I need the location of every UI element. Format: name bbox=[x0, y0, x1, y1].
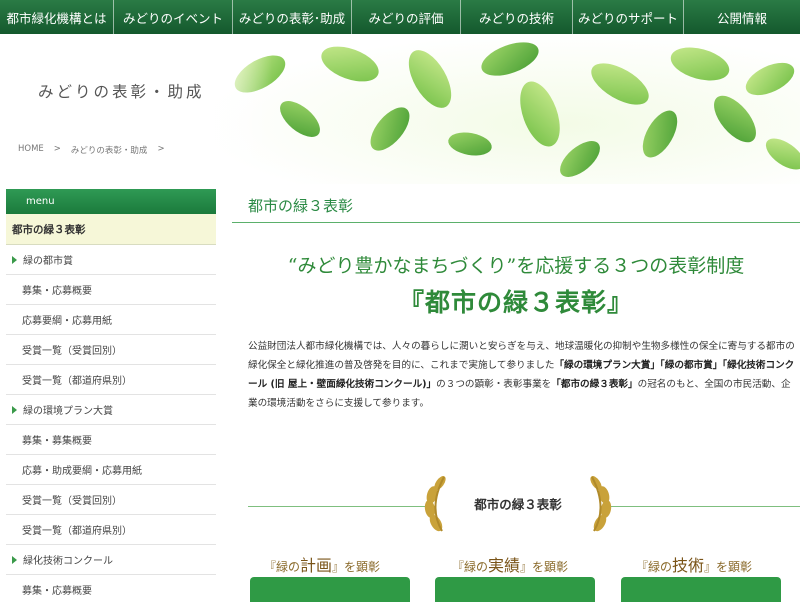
nav-item-awards[interactable]: みどりの表彰･助成 bbox=[233, 0, 352, 34]
sidebar-item[interactable]: 受賞一覧（受賞回別） bbox=[6, 485, 216, 515]
sidebar-item[interactable]: 募集・応募概要 bbox=[6, 275, 216, 305]
headline: “みどり豊かなまちづくり”を応援する３つの表彰制度 bbox=[287, 255, 745, 277]
hero-fade bbox=[0, 34, 800, 184]
menu-header: menu bbox=[6, 189, 216, 214]
award-emblem: 都市の緑３表彰 bbox=[422, 473, 614, 537]
category-achievement: 『緑の実績』を顕彰 bbox=[452, 552, 568, 576]
subhead: 『都市の緑３表彰』 bbox=[398, 288, 633, 317]
award-divider-right bbox=[606, 506, 800, 507]
category-text: 』を顕彰 bbox=[332, 560, 381, 574]
category-text: 』を顕彰 bbox=[704, 560, 753, 574]
main-content: 都市の緑３表彰 “みどり豊かなまちづくり”を応援する３つの表彰制度 『都市の緑３… bbox=[232, 189, 800, 602]
sidebar-item-label: 緑の環境プラン大賞 bbox=[23, 406, 113, 417]
award-title: 都市の緑３表彰 bbox=[474, 497, 562, 512]
category-plan: 『緑の計画』を顕彰 bbox=[264, 552, 380, 576]
sidebar-item[interactable]: 受賞一覧（都道府県別） bbox=[6, 515, 216, 545]
intro-paragraph: 公益財団法人都市緑化機構では、人々の暮らしに潤いと安らぎを与え、地球温暖化の抑制… bbox=[248, 337, 796, 413]
page-title: みどりの表彰・助成 bbox=[38, 83, 205, 101]
breadcrumb-separator: > bbox=[53, 144, 61, 154]
nav-item-about[interactable]: 都市緑化機構とは bbox=[0, 0, 114, 34]
intro-text: の３つの顕彰・表彰事業を bbox=[436, 379, 552, 390]
breadcrumb-current[interactable]: みどりの表彰・助成 bbox=[71, 144, 148, 156]
sidebar-item-label: 募集・応募概要 bbox=[22, 286, 92, 297]
breadcrumb-separator: > bbox=[157, 144, 165, 154]
sidebar-item-label: 応募要綱・応募用紙 bbox=[22, 316, 112, 327]
sidebar-menu: menu 都市の緑３表彰 緑の都市賞 募集・応募概要 応募要綱・応募用紙 受賞一覧（受… bbox=[6, 189, 216, 602]
sidebar-item[interactable]: 募集・募集概要 bbox=[6, 425, 216, 455]
top-nav: 都市緑化機構とは みどりのイベント みどりの表彰･助成 みどりの評価 みどりの技… bbox=[0, 0, 800, 34]
nav-item-events[interactable]: みどりのイベント bbox=[114, 0, 233, 34]
category-technology: 『緑の技術』を顕彰 bbox=[636, 552, 752, 576]
category-text: 『緑の bbox=[264, 560, 301, 574]
triangle-bullet-icon bbox=[12, 555, 17, 564]
sidebar-item-label: 緑化技術コンクール bbox=[23, 556, 113, 567]
section-title: 都市の緑３表彰 bbox=[248, 197, 354, 215]
breadcrumb: HOME > みどりの表彰・助成 > bbox=[18, 144, 165, 156]
section-divider bbox=[232, 222, 800, 223]
sidebar-item[interactable]: 応募要綱・応募用紙 bbox=[6, 305, 216, 335]
sidebar-item[interactable]: 応募・助成要綱・応募用紙 bbox=[6, 455, 216, 485]
nav-item-disclosure[interactable]: 公開情報 bbox=[684, 0, 800, 34]
nav-item-evaluation[interactable]: みどりの評価 bbox=[352, 0, 461, 34]
nav-item-technology[interactable]: みどりの技術 bbox=[461, 0, 573, 34]
hero-banner: みどりの表彰・助成 HOME > みどりの表彰・助成 > bbox=[0, 34, 800, 184]
nav-item-support[interactable]: みどりのサポート bbox=[573, 0, 684, 34]
category-text: 『緑の bbox=[452, 560, 489, 574]
sidebar-item-label: 募集・募集概要 bbox=[22, 436, 92, 447]
triangle-bullet-icon bbox=[12, 405, 17, 414]
category-card-plan[interactable] bbox=[250, 577, 410, 602]
sidebar-item-label: 受賞一覧（受賞回別） bbox=[22, 346, 122, 357]
triangle-bullet-icon bbox=[12, 255, 17, 264]
sidebar-item-label: 募集・応募概要 bbox=[22, 586, 92, 597]
category-text: 『緑の bbox=[636, 560, 673, 574]
breadcrumb-home[interactable]: HOME bbox=[18, 144, 44, 156]
sidebar-item[interactable]: 緑化技術コンクール bbox=[6, 545, 216, 575]
sidebar-item-active[interactable]: 都市の緑３表彰 bbox=[6, 214, 216, 245]
sidebar-item[interactable]: 受賞一覧（都道府県別） bbox=[6, 365, 216, 395]
category-text: 』を顕彰 bbox=[520, 560, 569, 574]
award-divider-left bbox=[248, 506, 430, 507]
category-keyword: 計画 bbox=[300, 556, 333, 575]
sidebar-item-label: 受賞一覧（受賞回別） bbox=[22, 496, 122, 507]
sidebar-item[interactable]: 受賞一覧（受賞回別） bbox=[6, 335, 216, 365]
sidebar-item-label: 緑の都市賞 bbox=[23, 256, 73, 267]
category-keyword: 技術 bbox=[672, 556, 705, 575]
category-card-achievement[interactable] bbox=[435, 577, 595, 602]
sidebar-item-label: 応募・助成要綱・応募用紙 bbox=[22, 466, 142, 477]
sidebar-item[interactable]: 緑の都市賞 bbox=[6, 245, 216, 275]
sidebar-item[interactable]: 募集・応募概要 bbox=[6, 575, 216, 602]
sidebar-item-label: 受賞一覧（都道府県別） bbox=[22, 376, 132, 387]
sidebar-item[interactable]: 緑の環境プラン大賞 bbox=[6, 395, 216, 425]
category-keyword: 実績 bbox=[488, 556, 521, 575]
intro-bold: 「都市の緑３表彰」 bbox=[551, 379, 638, 390]
sidebar-list: 緑の都市賞 募集・応募概要 応募要綱・応募用紙 受賞一覧（受賞回別） 受賞一覧（都道府県… bbox=[6, 245, 216, 602]
category-card-technology[interactable] bbox=[621, 577, 781, 602]
sidebar-item-label: 受賞一覧（都道府県別） bbox=[22, 526, 132, 537]
